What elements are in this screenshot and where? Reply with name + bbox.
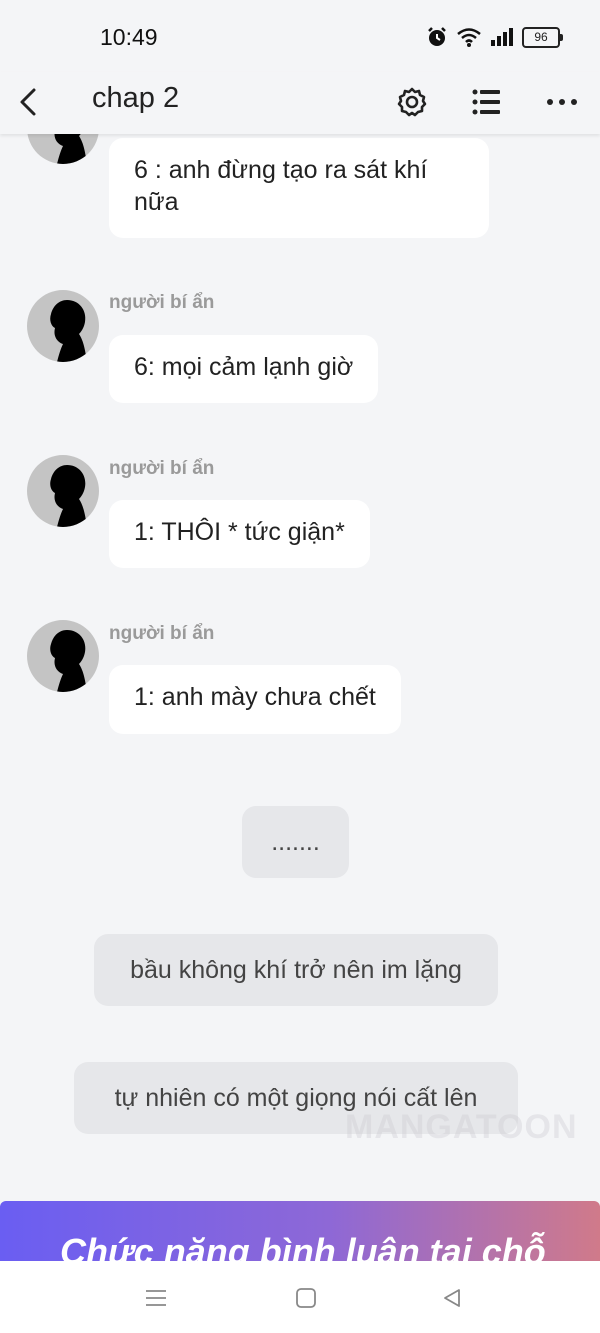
system-message: ....... (242, 806, 349, 878)
message-text: 1: anh mày chưa chết (134, 683, 376, 711)
recent-apps-button[interactable] (136, 1283, 176, 1313)
message-bubble: 6: mọi cảm lạnh giờ (109, 335, 379, 403)
chat-area: 6 : anh đừng tạo ra sát khí nữa người bí… (0, 0, 600, 1333)
alarm-icon (428, 27, 446, 46)
system-nav-bar (0, 1261, 600, 1333)
settings-icon (397, 87, 427, 117)
status-bar: 10:49 96 (0, 0, 600, 72)
more-icon (547, 99, 577, 105)
sender-name: người bí ẩn (109, 292, 215, 313)
message-text: 1: THÔI * tức giận* (134, 518, 345, 546)
system-message: bầu không khí trở nên im lặng (94, 934, 498, 1006)
menu-icon (146, 1290, 166, 1306)
chapter-list-icon (472, 89, 500, 115)
silhouette-icon (50, 300, 87, 362)
settings-button[interactable] (392, 80, 432, 124)
back-icon (20, 88, 36, 116)
status-time: 10:49 (100, 24, 158, 50)
system-message-text: bầu không khí trở nên im lặng (130, 956, 462, 984)
signal-icon (491, 28, 513, 46)
home-icon (296, 1288, 316, 1308)
message-bubble: 1: THÔI * tức giận* (109, 500, 370, 568)
message-bubble: 1: anh mày chưa chết (109, 665, 401, 734)
avatar[interactable] (27, 620, 99, 692)
back-nav-button[interactable] (432, 1283, 472, 1313)
system-message-text: ....... (271, 828, 320, 856)
message-text: 6: mọi cảm lạnh giờ (134, 353, 354, 381)
battery-icon: 96 (522, 26, 563, 48)
banner-text: Chức năng bình luận tại chỗ (60, 1231, 546, 1261)
message-bubble: 6 : anh đừng tạo ra sát khí nữa (109, 138, 489, 238)
status-icons: 96 (426, 26, 563, 48)
more-button[interactable] (542, 80, 582, 124)
top-bar: chap 2 (0, 72, 600, 134)
comment-banner[interactable]: Chức năng bình luận tại chỗ (0, 1201, 600, 1261)
avatar[interactable] (27, 455, 99, 527)
sender-name: người bí ẩn (109, 623, 215, 644)
message-text: 6 : anh đừng tạo ra sát khí nữa (134, 156, 428, 216)
watermark-logo: MANGATOON (345, 1108, 578, 1146)
wifi-icon (457, 28, 481, 47)
sender-name: người bí ẩn (109, 458, 215, 479)
back-triangle-icon (444, 1289, 460, 1307)
page-title: chap 2 (92, 82, 180, 114)
avatar[interactable] (27, 290, 99, 362)
back-button[interactable] (14, 80, 44, 124)
chapter-list-button[interactable] (467, 80, 507, 124)
silhouette-icon (50, 465, 87, 527)
silhouette-icon (50, 630, 87, 692)
home-button[interactable] (286, 1283, 326, 1313)
